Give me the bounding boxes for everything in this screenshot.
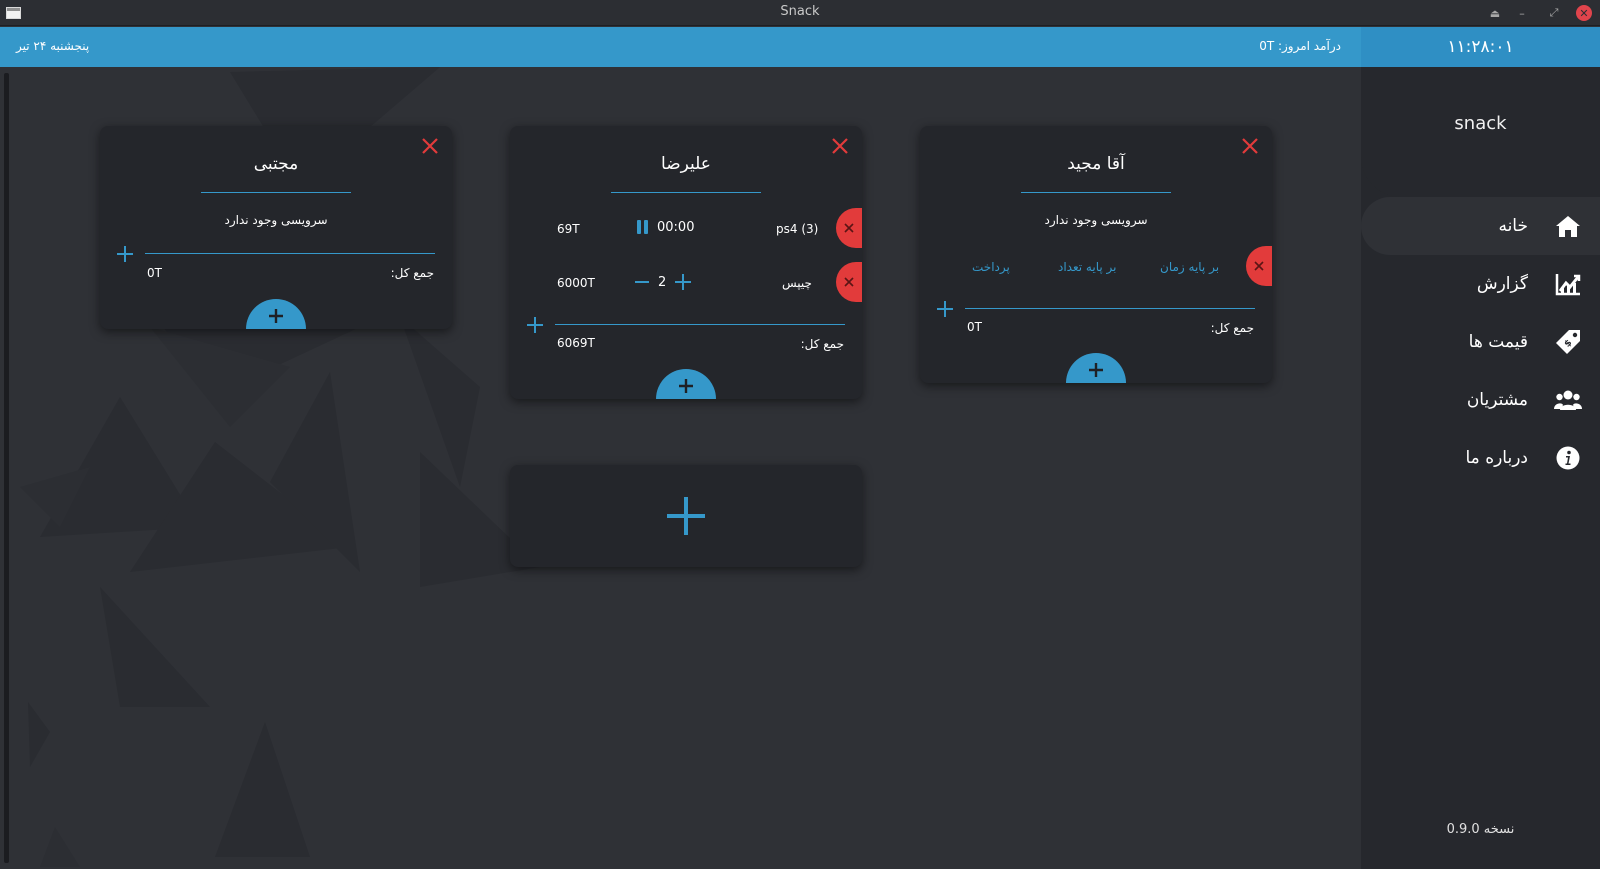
customer-name: علیرضا: [661, 154, 711, 174]
add-button[interactable]: [246, 299, 306, 329]
delete-service-button[interactable]: [836, 262, 862, 302]
add-service-icon[interactable]: [526, 316, 544, 334]
close-icon: [844, 223, 854, 233]
add-service-icon[interactable]: [116, 245, 134, 263]
delete-service-button[interactable]: [836, 208, 862, 248]
total-divider: [965, 308, 1255, 309]
quantity-value: 2: [658, 274, 667, 290]
eject-icon[interactable]: ⏏: [1486, 4, 1504, 22]
window-title: Snack: [780, 4, 820, 19]
date-label: پنجشنبه ۲۴ تیر: [16, 39, 90, 53]
service-timer: 00:00: [635, 219, 694, 235]
customer-card: آقا مجید سرویسی وجود ندارد بر پایه زمان …: [920, 126, 1272, 383]
sidebar-item-label: قیمت ها: [1468, 332, 1528, 352]
customer-card: علیرضا ps4 (3) 00:00 69T چیپس 2 6000T جم…: [510, 126, 862, 399]
add-button[interactable]: [1066, 353, 1126, 383]
total-value: 0T: [147, 266, 162, 280]
scrollbar[interactable]: [4, 73, 9, 863]
plus-icon: [679, 379, 693, 393]
clock: ۱۱:۲۸:۰۱: [1361, 27, 1600, 67]
service-name: چیپس: [782, 276, 812, 290]
tag-icon: $: [1554, 328, 1582, 356]
sidebar-item-customers[interactable]: مشتریان: [1361, 371, 1600, 429]
close-icon: [1254, 261, 1264, 271]
add-customer-button[interactable]: [510, 465, 862, 567]
minimize-button[interactable]: –: [1513, 4, 1531, 22]
add-service-icon[interactable]: [936, 300, 954, 318]
users-icon: [1554, 386, 1582, 414]
main-area: مجتبی سرویسی وجود ندارد جمع کل: 0T علیرض…: [0, 67, 1361, 869]
sidebar-item-label: خانه: [1498, 216, 1528, 236]
sidebar-item-home[interactable]: خانه: [1361, 197, 1600, 255]
service-row: ps4 (3) 00:00 69T: [510, 208, 862, 248]
service-row: چیپس 2 6000T: [510, 262, 862, 302]
close-icon: [844, 277, 854, 287]
delete-button[interactable]: [1246, 246, 1272, 286]
sidebar: ۱۱:۲۸:۰۱ snack خانه گزارش قیمت ها $ مشتر…: [1361, 27, 1600, 869]
count-based-link[interactable]: بر پایه تعداد: [1058, 260, 1116, 274]
name-divider: [201, 192, 351, 193]
home-icon: [1554, 212, 1582, 240]
timer-value: 00:00: [657, 219, 695, 235]
customer-name: مجتبی: [253, 154, 299, 174]
window-titlebar: Snack ⏏ – ⤢ ✕: [0, 0, 1600, 26]
sidebar-nav: خانه گزارش قیمت ها $ مشتریان درباره ما: [1361, 197, 1600, 487]
customer-name: آقا مجید: [1067, 154, 1125, 174]
plus-icon: [1089, 363, 1103, 377]
total-divider: [555, 324, 845, 325]
service-name: ps4 (3): [776, 222, 819, 236]
sidebar-item-label: درباره ما: [1465, 448, 1529, 468]
total-value: 0T: [967, 320, 982, 334]
empty-services-text: سرویسی وجود ندارد: [224, 213, 328, 227]
total-label: جمع کل:: [800, 337, 844, 351]
total-divider: [145, 253, 435, 254]
payment-link[interactable]: پرداخت: [972, 260, 1010, 274]
total-label: جمع کل:: [390, 266, 434, 280]
sidebar-item-prices[interactable]: قیمت ها $: [1361, 313, 1600, 371]
maximize-button[interactable]: ⤢: [1545, 4, 1563, 22]
total-label: جمع کل:: [1210, 321, 1254, 335]
window-close-button[interactable]: ✕: [1576, 5, 1592, 21]
close-icon[interactable]: [420, 136, 440, 156]
top-info-bar: پنجشنبه ۲۴ تیر درآمد امروز: 0T: [0, 27, 1361, 67]
pause-icon[interactable]: [635, 219, 651, 235]
sidebar-item-label: گزارش: [1476, 274, 1528, 294]
time-based-link[interactable]: بر پایه زمان: [1160, 260, 1219, 274]
close-icon[interactable]: [830, 136, 850, 156]
service-price: 69T: [557, 222, 580, 236]
add-button[interactable]: [656, 369, 716, 399]
sidebar-item-about[interactable]: درباره ما: [1361, 429, 1600, 487]
total-value: 6069T: [557, 336, 595, 350]
name-divider: [611, 192, 761, 193]
version-label: نسخه 0.9.0: [1446, 822, 1515, 837]
today-income-label: درآمد امروز: 0T: [1259, 39, 1341, 53]
minus-icon[interactable]: [634, 274, 650, 290]
customer-card: مجتبی سرویسی وجود ندارد جمع کل: 0T: [100, 126, 452, 329]
plus-icon: [269, 309, 283, 323]
plus-icon: [667, 497, 705, 535]
sidebar-item-report[interactable]: گزارش: [1361, 255, 1600, 313]
sidebar-item-label: مشتریان: [1466, 390, 1528, 410]
close-icon[interactable]: [1240, 136, 1260, 156]
name-divider: [1021, 192, 1171, 193]
chart-icon: [1554, 270, 1582, 298]
app-brand: snack: [1454, 113, 1507, 134]
plus-icon[interactable]: [674, 273, 692, 291]
action-row: بر پایه زمان بر پایه تعداد پرداخت: [920, 246, 1272, 286]
service-price: 6000T: [557, 276, 595, 290]
info-icon: [1554, 444, 1582, 472]
quantity-stepper: 2: [634, 273, 692, 291]
empty-services-text: سرویسی وجود ندارد: [1044, 213, 1148, 227]
